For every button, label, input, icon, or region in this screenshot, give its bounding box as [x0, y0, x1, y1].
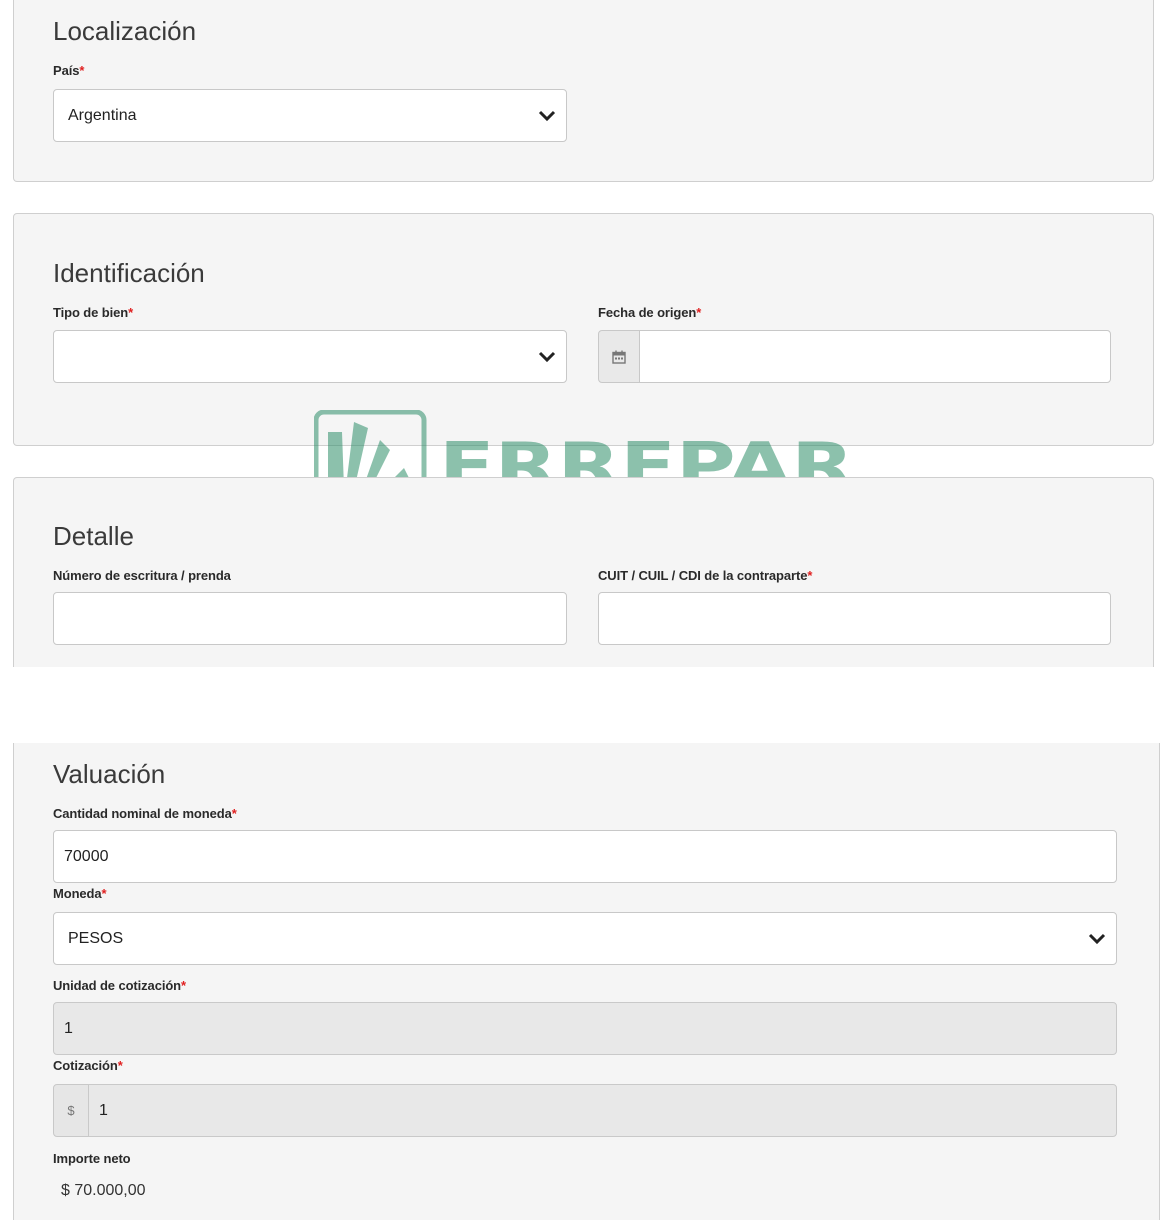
fecha-origen-label: Fecha de origen* — [598, 305, 701, 320]
chevron-down-icon — [1088, 933, 1106, 944]
section-title-identificacion: Identificación — [53, 258, 205, 288]
cotizacion-prefix: $ — [53, 1084, 89, 1137]
fecha-origen-label-text: Fecha de origen — [598, 305, 697, 320]
pais-label-text: País — [53, 63, 80, 78]
cotizacion-input: 1 — [88, 1084, 1117, 1137]
moneda-select[interactable]: PESOS — [53, 912, 1117, 965]
fecha-origen-input[interactable] — [639, 330, 1111, 383]
required-marker: * — [231, 806, 237, 821]
chevron-down-icon — [538, 110, 556, 121]
pais-label: País* — [53, 63, 84, 78]
calendar-addon[interactable] — [598, 330, 640, 383]
pais-select-value: Argentina — [68, 106, 137, 124]
cantidad-input[interactable]: 70000 — [53, 830, 1117, 883]
tipo-bien-label-text: Tipo de bien — [53, 305, 129, 320]
section-title-detalle: Detalle — [53, 521, 134, 551]
escritura-label-text: Número de escritura / prenda — [53, 568, 231, 583]
moneda-label: Moneda* — [53, 886, 107, 901]
moneda-select-value: PESOS — [68, 929, 124, 947]
cuit-label-text: CUIT / CUIL / CDI de la contraparte — [598, 568, 808, 583]
section-title-valuacion: Valuación — [53, 759, 166, 789]
required-marker: * — [696, 305, 702, 320]
cantidad-label-text: Cantidad nominal de moneda — [53, 806, 232, 821]
cotizacion-label: Cotización* — [53, 1058, 123, 1073]
tipo-bien-select[interactable] — [53, 330, 567, 383]
importe-neto-label-text: Importe neto — [53, 1151, 131, 1166]
unidad-label: Unidad de cotización* — [53, 978, 186, 993]
required-marker: * — [117, 1058, 123, 1073]
chevron-down-icon — [538, 351, 556, 362]
unidad-input: 1 — [53, 1002, 1117, 1055]
dollar-sign-icon: $ — [67, 1103, 75, 1118]
escritura-input[interactable] — [53, 592, 567, 645]
pais-select[interactable]: Argentina — [53, 89, 567, 142]
importe-neto-label: Importe neto — [53, 1151, 131, 1166]
unidad-label-text: Unidad de cotización — [53, 978, 182, 993]
required-marker: * — [79, 63, 85, 78]
required-marker: * — [101, 886, 107, 901]
required-marker: * — [128, 305, 134, 320]
required-marker: * — [807, 568, 813, 583]
unidad-input-value: 1 — [64, 1019, 73, 1037]
cantidad-label: Cantidad nominal de moneda* — [53, 806, 237, 821]
tipo-bien-label: Tipo de bien* — [53, 305, 133, 320]
calendar-icon — [612, 350, 626, 364]
importe-neto-value: $ 70.000,00 — [61, 1182, 146, 1199]
cotizacion-label-text: Cotización — [53, 1058, 118, 1073]
cotizacion-input-value: 1 — [99, 1101, 108, 1119]
cuit-input[interactable] — [598, 592, 1111, 645]
cuit-label: CUIT / CUIL / CDI de la contraparte* — [598, 568, 812, 583]
moneda-label-text: Moneda — [53, 886, 102, 901]
required-marker: * — [181, 978, 186, 993]
escritura-label: Número de escritura / prenda — [53, 568, 231, 583]
cantidad-input-value: 70000 — [64, 847, 109, 865]
section-title-localizacion: Localización — [53, 16, 197, 46]
